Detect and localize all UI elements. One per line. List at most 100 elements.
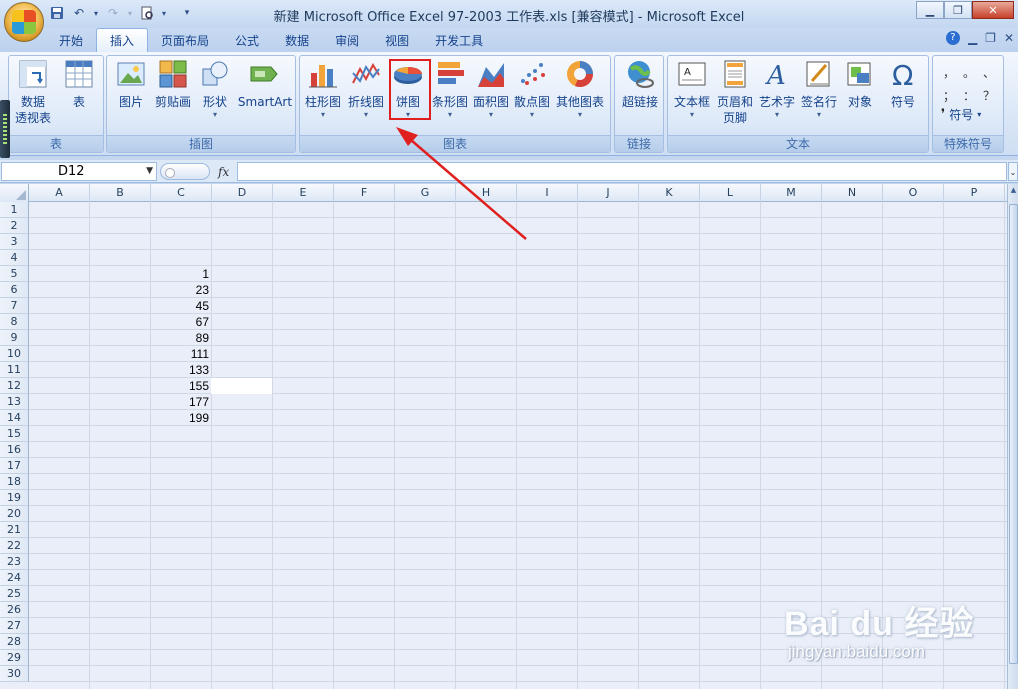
tab-view[interactable]: 视图 — [372, 28, 422, 52]
row-header-1[interactable]: 1 — [0, 202, 29, 218]
column-header-j[interactable]: J — [578, 184, 639, 202]
row-header-17[interactable]: 17 — [0, 458, 29, 474]
scrollbar-thumb[interactable] — [1009, 204, 1018, 664]
tab-data[interactable]: 数据 — [272, 28, 322, 52]
row-header-8[interactable]: 8 — [0, 314, 29, 330]
header-footer-button[interactable]: 页眉和 页脚 — [713, 58, 757, 126]
cell-c5[interactable]: 1 — [151, 266, 209, 282]
name-box[interactable]: D12 ▼ — [1, 162, 157, 181]
ribbon-minimize-icon[interactable]: ▁ — [968, 31, 977, 45]
special-symbol-button[interactable]: ❜ 符号 ▾ — [941, 106, 981, 123]
formula-input[interactable] — [237, 162, 1007, 181]
row-header-9[interactable]: 9 — [0, 330, 29, 346]
row-header-12[interactable]: 12 — [0, 378, 29, 394]
cell-c7[interactable]: 45 — [151, 298, 209, 314]
ribbon-restore-icon[interactable]: ❐ — [985, 31, 996, 45]
row-header-26[interactable]: 26 — [0, 602, 29, 618]
row-header-4[interactable]: 4 — [0, 250, 29, 266]
line-chart-button[interactable]: 折线图 ▾ — [345, 58, 387, 120]
symbol-period[interactable]: 。 — [959, 64, 979, 81]
row-header-22[interactable]: 22 — [0, 538, 29, 554]
column-header-i[interactable]: I — [517, 184, 578, 202]
side-panel-handle[interactable] — [0, 100, 10, 158]
row-header-30[interactable]: 30 — [0, 666, 29, 682]
pivot-table-button[interactable]: 数据 透视表 — [11, 58, 55, 126]
tab-page-layout[interactable]: 页面布局 — [148, 28, 222, 52]
row-header-21[interactable]: 21 — [0, 522, 29, 538]
bar-chart-button[interactable]: 条形图 ▾ — [430, 58, 470, 120]
formula-cancel-enter-oval[interactable] — [160, 163, 210, 180]
row-header-14[interactable]: 14 — [0, 410, 29, 426]
cell-c13[interactable]: 177 — [151, 394, 209, 410]
column-header-a[interactable]: A — [29, 184, 90, 202]
other-charts-button[interactable]: 其他图表 ▾ — [554, 58, 606, 120]
column-header-p[interactable]: P — [944, 184, 1005, 202]
signature-line-button[interactable]: 签名行 ▾ — [797, 58, 841, 120]
shapes-button[interactable]: 形状 ▾ — [195, 58, 235, 120]
row-header-28[interactable]: 28 — [0, 634, 29, 650]
symbol-semicolon[interactable]: ； — [939, 87, 959, 104]
close-button[interactable]: ✕ — [972, 1, 1014, 19]
tab-review[interactable]: 审阅 — [322, 28, 372, 52]
row-header-3[interactable]: 3 — [0, 234, 29, 250]
column-header-f[interactable]: F — [334, 184, 395, 202]
row-header-20[interactable]: 20 — [0, 506, 29, 522]
minimize-button[interactable]: ▁ — [916, 1, 944, 19]
row-header-24[interactable]: 24 — [0, 570, 29, 586]
tab-insert[interactable]: 插入 — [96, 28, 149, 52]
row-header-6[interactable]: 6 — [0, 282, 29, 298]
tab-formulas[interactable]: 公式 — [222, 28, 272, 52]
clipart-button[interactable]: 剪贴画 — [153, 58, 193, 110]
column-header-e[interactable]: E — [273, 184, 334, 202]
row-header-25[interactable]: 25 — [0, 586, 29, 602]
select-all-corner[interactable] — [0, 184, 29, 202]
restore-button[interactable]: ❐ — [944, 1, 972, 19]
object-button[interactable]: 对象 — [840, 58, 880, 110]
tab-home[interactable]: 开始 — [46, 28, 96, 52]
cell-c8[interactable]: 67 — [151, 314, 209, 330]
scroll-up-icon[interactable]: ▲ — [1008, 186, 1018, 194]
column-header-m[interactable]: M — [761, 184, 822, 202]
symbol-question[interactable]: ？ — [979, 87, 999, 104]
cell-c14[interactable]: 199 — [151, 410, 209, 426]
row-header-18[interactable]: 18 — [0, 474, 29, 490]
table-button[interactable]: 表 — [59, 58, 99, 110]
cell-c6[interactable]: 23 — [151, 282, 209, 298]
smartart-button[interactable]: SmartArt — [237, 58, 293, 110]
row-header-11[interactable]: 11 — [0, 362, 29, 378]
row-header-13[interactable]: 13 — [0, 394, 29, 410]
row-header-10[interactable]: 10 — [0, 346, 29, 362]
column-header-b[interactable]: B — [90, 184, 151, 202]
symbol-comma[interactable]: ， — [939, 64, 959, 81]
ribbon-close-icon[interactable]: ✕ — [1004, 31, 1014, 45]
column-header-h[interactable]: H — [456, 184, 517, 202]
column-header-d[interactable]: D — [212, 184, 273, 202]
row-header-23[interactable]: 23 — [0, 554, 29, 570]
row-header-19[interactable]: 19 — [0, 490, 29, 506]
cell-c12[interactable]: 155 — [151, 378, 209, 394]
column-header-k[interactable]: K — [639, 184, 700, 202]
row-header-7[interactable]: 7 — [0, 298, 29, 314]
symbol-enum-comma[interactable]: 、 — [979, 64, 999, 81]
cell-c9[interactable]: 89 — [151, 330, 209, 346]
column-header-c[interactable]: C — [151, 184, 212, 202]
cell-c10[interactable]: 111 — [151, 346, 209, 362]
row-header-29[interactable]: 29 — [0, 650, 29, 666]
row-header-5[interactable]: 5 — [0, 266, 29, 282]
office-button[interactable] — [4, 2, 44, 42]
area-chart-button[interactable]: 面积图 ▾ — [471, 58, 511, 120]
column-header-l[interactable]: L — [700, 184, 761, 202]
row-header-16[interactable]: 16 — [0, 442, 29, 458]
row-header-27[interactable]: 27 — [0, 618, 29, 634]
picture-button[interactable]: 图片 — [111, 58, 151, 110]
column-chart-button[interactable]: 柱形图 ▾ — [302, 58, 344, 120]
column-header-n[interactable]: N — [822, 184, 883, 202]
name-box-dropdown-icon[interactable]: ▼ — [146, 163, 153, 180]
active-cell-d12[interactable] — [211, 378, 272, 394]
hyperlink-button[interactable]: 超链接 — [618, 58, 662, 110]
column-header-o[interactable]: O — [883, 184, 944, 202]
formula-expand-icon[interactable]: ⌄ — [1008, 162, 1018, 181]
scatter-chart-button[interactable]: 散点图 ▾ — [512, 58, 552, 120]
column-header-g[interactable]: G — [395, 184, 456, 202]
textbox-button[interactable]: A 文本框 ▾ — [670, 58, 714, 120]
